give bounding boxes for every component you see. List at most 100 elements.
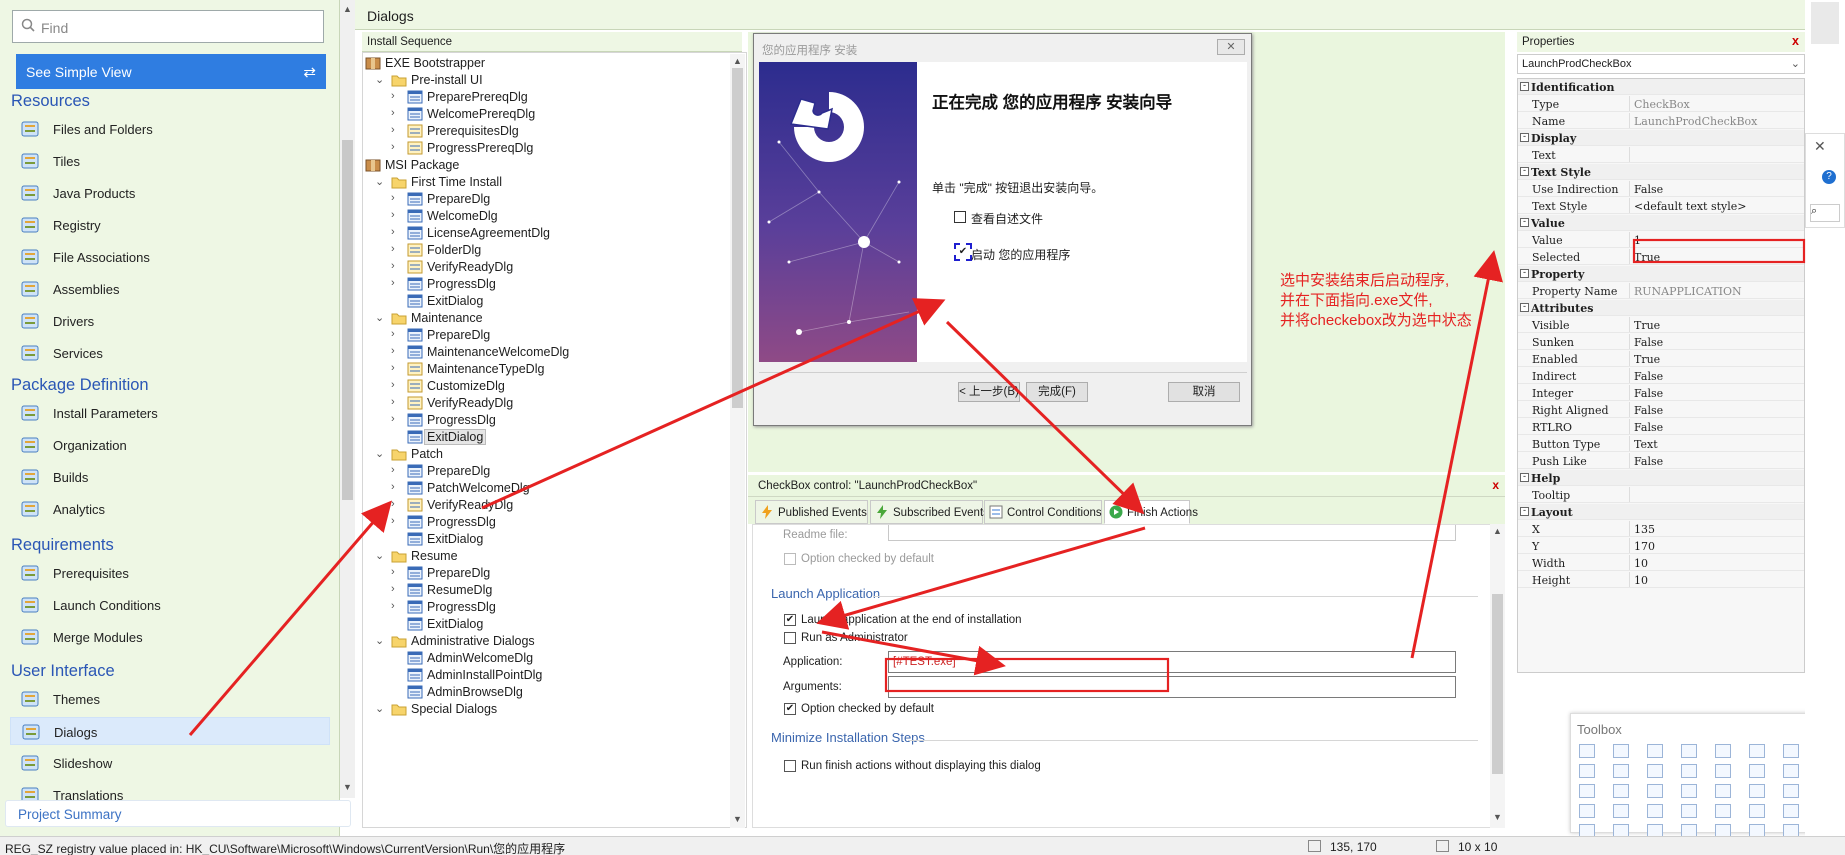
chevron-right-icon[interactable]: ›	[391, 481, 403, 493]
sidebar-item-file-associations[interactable]: File Associations	[20, 243, 330, 271]
property-category[interactable]: - Value	[1518, 215, 1804, 231]
toolbox-control-icon[interactable]	[1681, 804, 1697, 818]
sidebar-item-themes[interactable]: Themes	[20, 685, 330, 713]
property-row[interactable]: Tooltip	[1518, 487, 1804, 503]
back-button[interactable]: < 上一步(B)	[958, 382, 1020, 402]
install-sequence-tree[interactable]: EXE Bootstrapper ⌄ Pre-install UI › PrepareP…	[362, 52, 747, 828]
close-icon[interactable]: ✕	[1217, 39, 1245, 55]
chevron-right-icon[interactable]: ›	[391, 498, 403, 510]
property-row[interactable]: Push Like False	[1518, 453, 1804, 469]
search-input[interactable]: Find	[12, 10, 324, 43]
toolbox-control-icon[interactable]	[1749, 784, 1765, 798]
toolbox-control-icon[interactable]	[1579, 744, 1595, 758]
toolbox-control-icon[interactable]	[1681, 744, 1697, 758]
property-row[interactable]: Selected True	[1518, 249, 1804, 265]
form-scrollbar[interactable]: ▲ ▼	[1490, 524, 1505, 828]
property-row[interactable]: Y 170	[1518, 538, 1804, 554]
collapse-icon[interactable]: -	[1520, 507, 1529, 516]
toolbox-control-icon[interactable]	[1783, 764, 1799, 778]
sidebar-item-install-parameters[interactable]: Install Parameters	[20, 399, 330, 427]
chevron-right-icon[interactable]: ›	[391, 413, 403, 425]
chevron-right-icon[interactable]: ›	[391, 209, 403, 221]
sidebar-item-prerequisites[interactable]: Prerequisites	[20, 559, 330, 587]
property-row[interactable]: Height 10	[1518, 572, 1804, 588]
chevron-down-icon[interactable]: ⌄	[375, 702, 387, 715]
sidebar-item-organization[interactable]: Organization	[20, 431, 330, 459]
property-row[interactable]: Value 1	[1518, 232, 1804, 248]
toolbox-control-icon[interactable]	[1613, 744, 1629, 758]
toolbox-control-icon[interactable]	[1749, 804, 1765, 818]
toolbox-control-icon[interactable]	[1715, 784, 1731, 798]
property-row[interactable]: Integer False	[1518, 385, 1804, 401]
close-icon[interactable]: ✕	[1814, 138, 1826, 155]
property-row[interactable]: Sunken False	[1518, 334, 1804, 350]
toolbox-control-icon[interactable]	[1681, 764, 1697, 778]
chevron-right-icon[interactable]: ›	[391, 464, 403, 476]
toolbox-control-icon[interactable]	[1647, 804, 1663, 818]
chevron-down-icon[interactable]: ⌄	[375, 175, 387, 188]
collapse-icon[interactable]: -	[1520, 269, 1529, 278]
toolbox-control-icon[interactable]	[1749, 764, 1765, 778]
toolbox-control-icon[interactable]	[1681, 784, 1697, 798]
project-summary-link[interactable]: Project Summary	[5, 800, 351, 827]
property-row[interactable]: Visible True	[1518, 317, 1804, 333]
sidebar-item-merge-modules[interactable]: Merge Modules	[20, 623, 330, 651]
sidebar-item-services[interactable]: Services	[20, 339, 330, 367]
sidebar-item-drivers[interactable]: Drivers	[20, 307, 330, 335]
chevron-right-icon[interactable]: ›	[391, 124, 403, 136]
collapse-icon[interactable]: -	[1520, 167, 1529, 176]
chevron-right-icon[interactable]: ›	[391, 226, 403, 238]
property-category[interactable]: - Attributes	[1518, 300, 1804, 316]
property-row[interactable]: RTLRO False	[1518, 419, 1804, 435]
property-row[interactable]: Button Type Text	[1518, 436, 1804, 452]
property-row[interactable]: Width 10	[1518, 555, 1804, 571]
control-selector[interactable]: LaunchProdCheckBox ⌄	[1517, 54, 1805, 74]
chevron-down-icon[interactable]: ⌄	[375, 634, 387, 647]
help-icon[interactable]: ?	[1822, 170, 1836, 184]
tree-scrollbar[interactable]: ▲ ▼	[730, 54, 745, 828]
property-category[interactable]: - Identification	[1518, 79, 1804, 95]
collapse-icon[interactable]: -	[1520, 133, 1529, 142]
toolbox-control-icon[interactable]	[1715, 744, 1731, 758]
chevron-right-icon[interactable]: ›	[391, 566, 403, 578]
toolbox-control-icon[interactable]	[1579, 764, 1595, 778]
chevron-right-icon[interactable]: ›	[391, 260, 403, 272]
chevron-right-icon[interactable]: ›	[391, 515, 403, 527]
property-category[interactable]: - Layout	[1518, 504, 1804, 520]
search-icon[interactable]: ⌕	[1810, 204, 1840, 222]
chevron-right-icon[interactable]: ›	[391, 345, 403, 357]
property-category[interactable]: - Display	[1518, 130, 1804, 146]
toolbox-control-icon[interactable]	[1749, 744, 1765, 758]
chevron-down-icon[interactable]: ⌄	[375, 73, 387, 86]
finish-button[interactable]: 完成(F)	[1026, 382, 1088, 402]
property-row[interactable]: Enabled True	[1518, 351, 1804, 367]
toolbox-control-icon[interactable]	[1715, 764, 1731, 778]
sidebar-item-builds[interactable]: Builds	[20, 463, 330, 491]
chevron-right-icon[interactable]: ›	[391, 583, 403, 595]
toolbox-control-icon[interactable]	[1647, 744, 1663, 758]
sidebar-item-java-products[interactable]: Java Products	[20, 179, 330, 207]
property-row[interactable]: Text	[1518, 147, 1804, 163]
tab-control-conditions[interactable]: Control Conditions	[984, 500, 1102, 524]
property-category[interactable]: - Help	[1518, 470, 1804, 486]
property-row[interactable]: Type CheckBox	[1518, 96, 1804, 112]
sidebar-item-launch-conditions[interactable]: Launch Conditions	[20, 591, 330, 619]
toolbox-control-icon[interactable]	[1647, 764, 1663, 778]
chevron-down-icon[interactable]: ⌄	[375, 549, 387, 562]
sidebar-item-dialogs[interactable]: Dialogs	[10, 717, 330, 745]
chevron-right-icon[interactable]: ›	[391, 192, 403, 204]
chevron-right-icon[interactable]: ›	[391, 107, 403, 119]
tab-published-events[interactable]: Published Events	[755, 500, 868, 524]
property-row[interactable]: Indirect False	[1518, 368, 1804, 384]
property-row[interactable]: Use Indirection False	[1518, 181, 1804, 197]
collapse-icon[interactable]: -	[1520, 218, 1529, 227]
property-row[interactable]: Property Name RUNAPPLICATION	[1518, 283, 1804, 299]
property-row[interactable]: Text Style <default text style>	[1518, 198, 1804, 214]
chevron-right-icon[interactable]: ›	[391, 141, 403, 153]
collapse-icon[interactable]: -	[1520, 473, 1529, 482]
arguments-input[interactable]	[888, 676, 1456, 698]
sidebar-item-slideshow[interactable]: Slideshow	[20, 749, 330, 777]
cancel-button[interactable]: 取消	[1168, 382, 1240, 402]
chevron-down-icon[interactable]: ⌄	[375, 311, 387, 324]
see-simple-view-button[interactable]: See Simple View ⇄	[16, 54, 326, 89]
